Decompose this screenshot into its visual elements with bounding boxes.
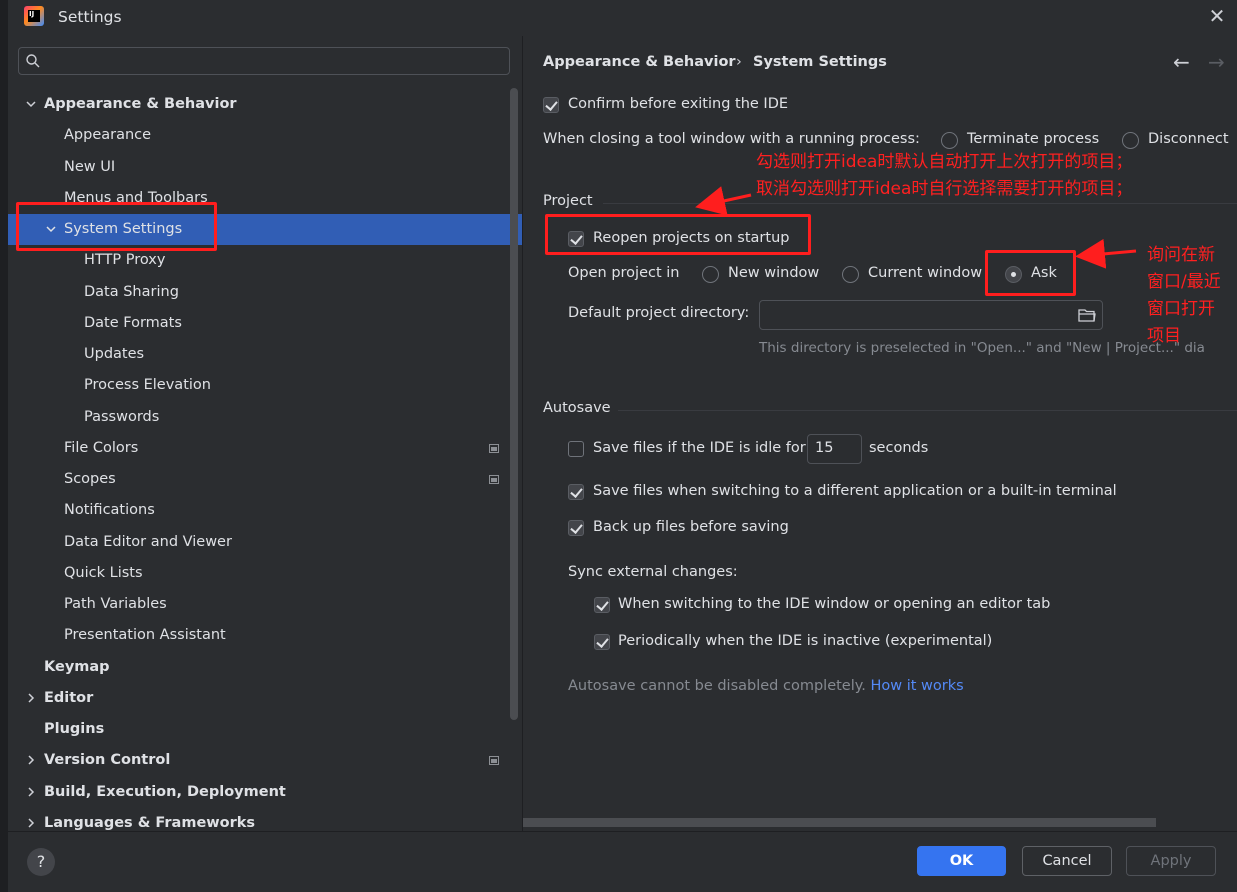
open-project-in-label: Open project in [568, 265, 680, 281]
tree-item-path-variables[interactable]: Path Variables [64, 589, 167, 619]
sync-periodic-label: Periodically when the IDE is inactive (e… [618, 633, 993, 649]
settings-content-panel: Appearance & Behavior › System Settings … [523, 36, 1237, 831]
sync-switching-checkbox[interactable] [594, 597, 610, 613]
project-level-icon [489, 756, 499, 765]
highlight-box-system-settings [16, 202, 217, 251]
chevron-right-icon[interactable] [25, 692, 37, 704]
help-icon[interactable]: ? [27, 848, 55, 876]
tree-item-appearance-behavior[interactable]: Appearance & Behavior [44, 89, 237, 119]
current-window-label: Current window [868, 265, 983, 281]
save-idle-checkbox[interactable] [568, 441, 584, 457]
section-divider [618, 410, 1237, 411]
annotation-ask3: 窗口打开 [1147, 299, 1215, 319]
settings-tree-panel: Appearance & Behavior Appearance New UI … [8, 36, 522, 831]
save-idle-label: Save files if the IDE is idle for [593, 440, 806, 456]
search-icon [26, 54, 40, 68]
content-horizontal-scrollbar[interactable] [523, 818, 1156, 827]
current-window-radio[interactable] [842, 266, 859, 283]
tree-item-data-sharing[interactable]: Data Sharing [84, 277, 179, 307]
tree-item-build[interactable]: Build, Execution, Deployment [44, 777, 286, 807]
tree-item-quick-lists[interactable]: Quick Lists [64, 558, 143, 588]
autosave-note: Autosave cannot be disabled completely. … [568, 678, 964, 694]
sync-switching-label: When switching to the IDE window or open… [618, 596, 1051, 612]
search-input[interactable] [18, 47, 510, 75]
project-section-title: Project [543, 193, 593, 209]
tree-item-appearance[interactable]: Appearance [64, 120, 151, 150]
tree-item-scopes[interactable]: Scopes [64, 464, 116, 494]
default-project-directory-input[interactable] [759, 300, 1103, 330]
chevron-right-icon[interactable] [25, 786, 37, 798]
section-divider [603, 203, 1237, 204]
ok-button[interactable]: OK [917, 846, 1006, 876]
annotation-ask4: 项目 [1147, 326, 1181, 346]
highlight-box-ask [985, 250, 1076, 296]
tree-item-keymap[interactable]: Keymap [44, 652, 110, 682]
annotation-line1: 勾选则打开idea时默认自动打开上次打开的项目； [756, 152, 1133, 172]
terminate-process-radio[interactable] [941, 132, 958, 149]
annotation-ask2: 窗口/最近 [1147, 272, 1221, 292]
tree-item-presentation-assistant[interactable]: Presentation Assistant [64, 620, 226, 650]
apply-button[interactable]: Apply [1126, 846, 1216, 876]
annotation-ask1: 询问在新 [1147, 245, 1215, 265]
idle-seconds-input[interactable]: 15 [807, 434, 862, 464]
save-switching-checkbox[interactable] [568, 484, 584, 500]
disconnect-label: Disconnect [1148, 131, 1229, 147]
cancel-button[interactable]: Cancel [1022, 846, 1112, 876]
highlight-box-reopen [545, 214, 811, 255]
project-level-icon [489, 444, 499, 453]
tree-scrollbar[interactable] [510, 88, 518, 720]
window-title: Settings [58, 8, 122, 26]
tree-item-process-elevation[interactable]: Process Elevation [84, 370, 211, 400]
tree-item-new-ui[interactable]: New UI [64, 152, 115, 182]
dialog-button-bar: ? OK Cancel Apply [8, 831, 1237, 892]
sync-external-label: Sync external changes: [568, 564, 738, 580]
new-window-radio[interactable] [702, 266, 719, 283]
sync-periodic-checkbox[interactable] [594, 634, 610, 650]
chevron-down-icon[interactable] [25, 98, 37, 110]
seconds-label: seconds [869, 440, 929, 456]
tree-item-plugins[interactable]: Plugins [44, 714, 104, 744]
tree-item-updates[interactable]: Updates [84, 339, 144, 369]
folder-icon[interactable] [1078, 308, 1096, 322]
backup-label: Back up files before saving [593, 519, 789, 535]
chevron-right-icon[interactable] [25, 754, 37, 766]
tree-item-version-control[interactable]: Version Control [44, 745, 170, 775]
chevron-right-icon[interactable] [25, 817, 37, 829]
closing-tool-window-label: When closing a tool window with a runnin… [543, 131, 920, 147]
confirm-exit-checkbox[interactable] [543, 97, 559, 113]
confirm-exit-label: Confirm before exiting the IDE [568, 96, 789, 112]
autosave-section-title: Autosave [543, 400, 611, 416]
tree-item-data-editor[interactable]: Data Editor and Viewer [64, 527, 232, 557]
forward-arrow-icon[interactable]: → [1208, 50, 1225, 74]
tree-item-notifications[interactable]: Notifications [64, 495, 155, 525]
disconnect-radio[interactable] [1122, 132, 1139, 149]
settings-dialog: IJ Settings ✕ Appearance & Behavior Appe… [8, 0, 1237, 892]
save-switching-label: Save files when switching to a different… [593, 483, 1117, 499]
breadcrumb-parent[interactable]: Appearance & Behavior [543, 54, 736, 70]
project-level-icon [489, 475, 499, 484]
annotation-line2: 取消勾选则打开idea时自行选择需要打开的项目； [756, 179, 1133, 199]
how-it-works-link[interactable]: How it works [870, 678, 963, 694]
tree-item-file-colors[interactable]: File Colors [64, 433, 138, 463]
title-bar: IJ Settings ✕ [8, 0, 1237, 36]
terminate-process-label: Terminate process [967, 131, 1100, 147]
directory-hint: This directory is preselected in "Open..… [759, 340, 1205, 356]
breadcrumb-separator: › [736, 54, 742, 70]
background-window-edge [0, 0, 8, 891]
tree-item-editor[interactable]: Editor [44, 683, 93, 713]
backup-checkbox[interactable] [568, 520, 584, 536]
tree-item-date-formats[interactable]: Date Formats [84, 308, 182, 338]
new-window-label: New window [728, 265, 820, 281]
intellij-app-icon: IJ [24, 6, 44, 26]
back-arrow-icon[interactable]: ← [1173, 50, 1190, 74]
close-icon[interactable]: ✕ [1206, 5, 1228, 27]
breadcrumb-current: System Settings [753, 54, 887, 70]
tree-item-languages[interactable]: Languages & Frameworks [44, 808, 255, 831]
default-project-directory-label: Default project directory: [568, 305, 750, 321]
tree-item-passwords[interactable]: Passwords [84, 402, 159, 432]
